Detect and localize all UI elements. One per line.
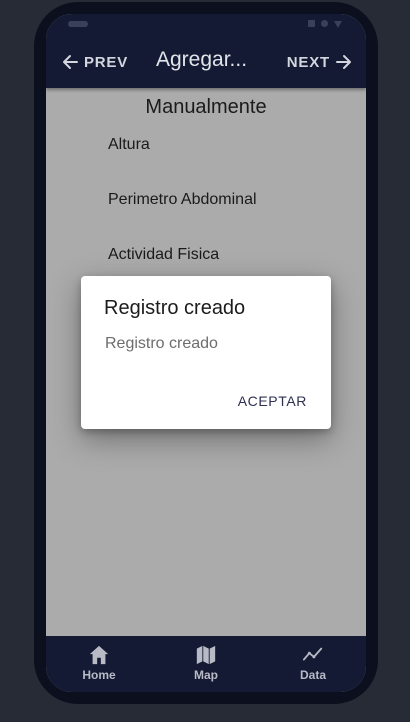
tab-data[interactable]: Data <box>283 644 343 682</box>
alert-dialog: Registro creado Registro creado ACEPTAR <box>81 276 331 429</box>
chart-line-icon <box>302 647 323 661</box>
accept-button[interactable]: ACEPTAR <box>238 393 307 409</box>
prev-button[interactable]: PREV <box>62 50 128 74</box>
app-header: PREV Agregar... NEXT <box>46 36 366 88</box>
field-perimetro-abdominal[interactable]: Perimetro Abdominal <box>108 191 257 209</box>
dialog-title: Registro creado <box>104 297 246 319</box>
map-icon <box>196 645 216 665</box>
status-triangle-icon <box>334 21 342 28</box>
tab-home[interactable]: Home <box>69 644 129 682</box>
field-altura[interactable]: Altura <box>108 136 150 154</box>
tab-data-label: Data <box>299 668 326 682</box>
next-button-label: NEXT <box>286 53 330 71</box>
bottom-tab-bar: Home Map Data <box>46 636 366 692</box>
next-button[interactable]: NEXT <box>287 50 352 74</box>
app-screen: PREV Agregar... NEXT Manualmente Altura … <box>46 14 366 692</box>
notch-icon <box>68 21 88 27</box>
status-bar <box>46 14 366 36</box>
tab-map[interactable]: Map <box>176 644 236 682</box>
prev-button-label: PREV <box>84 53 129 71</box>
field-actividad-fisica[interactable]: Actividad Fisica <box>108 246 219 264</box>
status-dot-icon <box>321 20 328 27</box>
status-square-icon <box>308 20 315 27</box>
section-title: Manualmente <box>145 96 267 118</box>
arrow-left-icon <box>63 55 78 69</box>
tab-home-label: Home <box>82 668 116 682</box>
dialog-message: Registro creado <box>105 335 218 352</box>
page-title: Agregar... <box>156 48 248 71</box>
home-icon <box>89 645 109 665</box>
arrow-right-icon <box>336 55 351 69</box>
tab-map-label: Map <box>194 668 218 682</box>
